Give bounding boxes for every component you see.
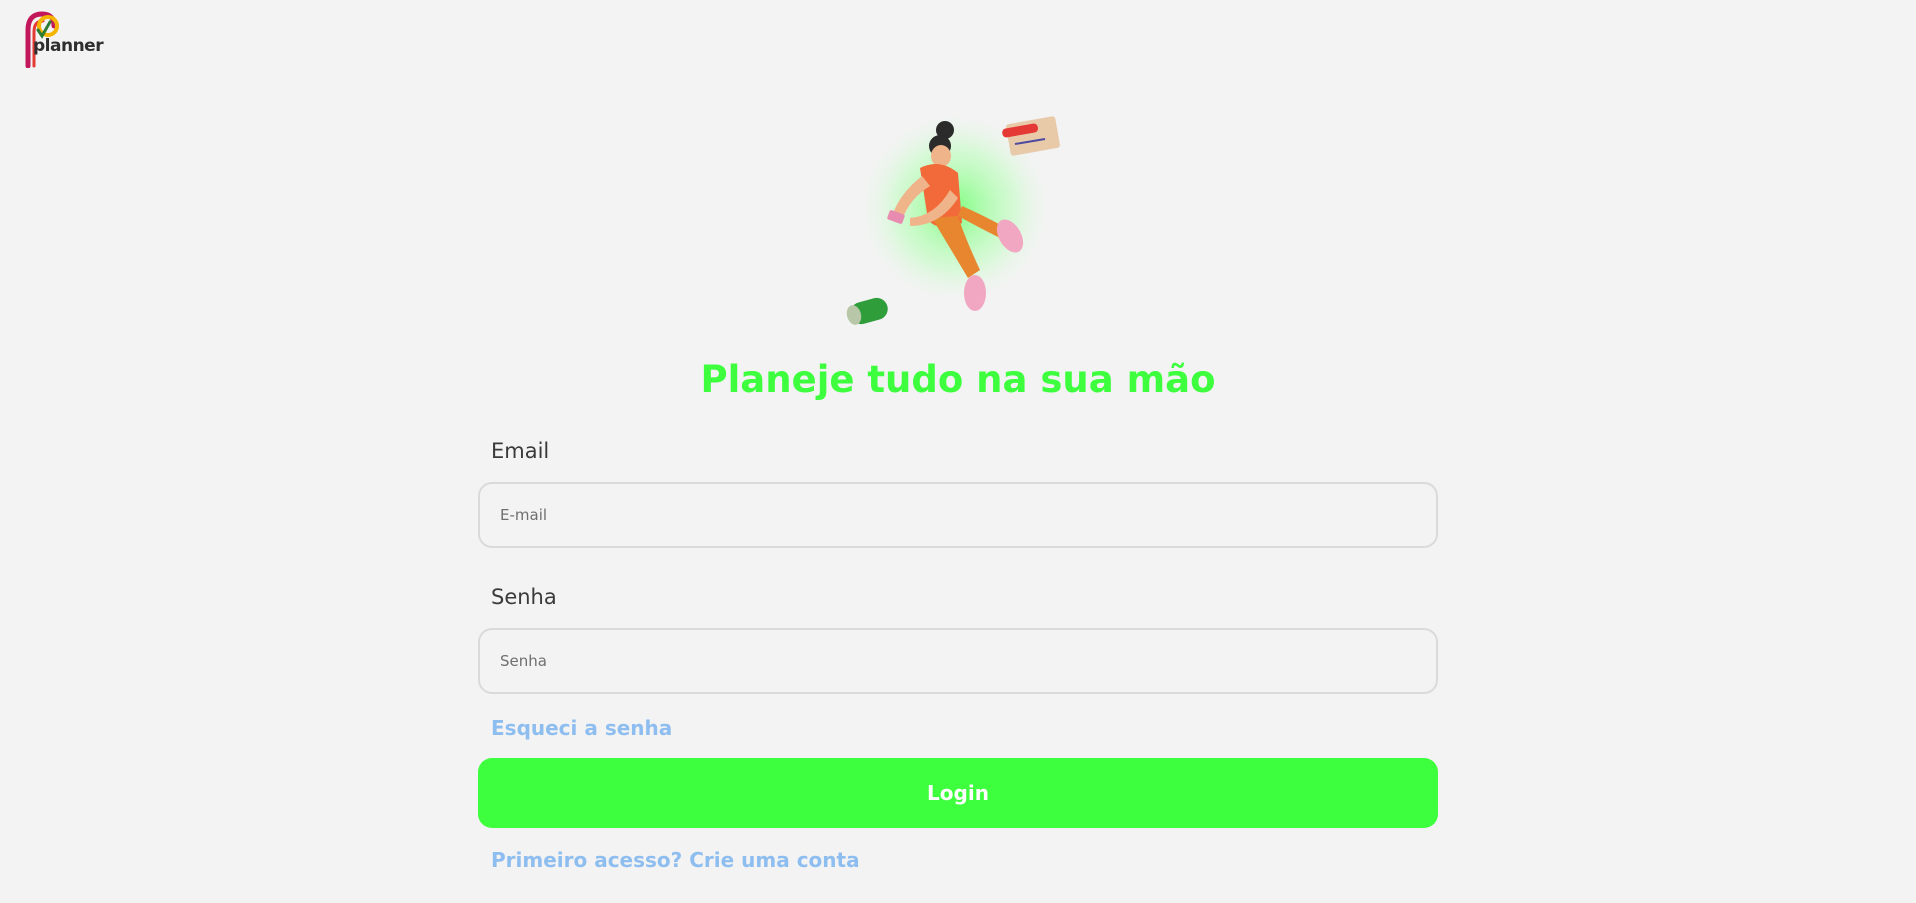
password-label: Senha <box>491 585 557 609</box>
signup-link[interactable]: Primeiro acesso? Crie uma conta <box>491 848 860 872</box>
password-field[interactable] <box>478 628 1438 694</box>
email-label: Email <box>491 439 550 463</box>
login-form: Email Senha Esqueci a senha Login Primei… <box>478 436 1438 872</box>
forgot-password-link[interactable]: Esqueci a senha <box>491 716 672 740</box>
email-field[interactable] <box>478 482 1438 548</box>
page-title: Planeje tudo na sua mão <box>700 358 1216 401</box>
login-button[interactable]: Login <box>478 758 1438 828</box>
logo-text: planner <box>33 36 104 56</box>
jumping-person-illustration <box>846 108 1060 325</box>
